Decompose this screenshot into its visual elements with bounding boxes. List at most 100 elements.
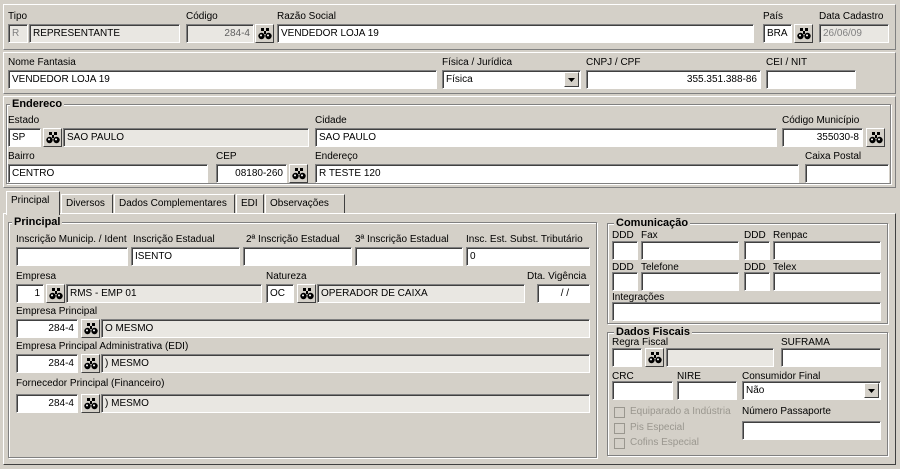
cod-municipio-field[interactable]: 355030-8 — [782, 128, 863, 147]
fornecedor-search-button[interactable] — [81, 394, 100, 413]
insc-municip-label: Inscrição Municip. / Ident — [16, 234, 127, 245]
telefone-field[interactable] — [641, 272, 739, 291]
fisica-juridica-value: Física — [446, 74, 473, 85]
caixa-postal-label: Caixa Postal — [805, 151, 862, 162]
fisica-juridica-select[interactable]: Física — [442, 70, 581, 89]
pais-field[interactable]: BRA — [763, 24, 792, 43]
tab-diversos[interactable]: Diversos — [61, 194, 113, 214]
renpac-field[interactable] — [773, 241, 881, 260]
cidade-field[interactable]: SAO PAULO — [315, 128, 777, 147]
regra-fiscal-desc-field — [666, 348, 774, 367]
cep-label: CEP — [216, 151, 237, 162]
razao-social-field[interactable]: VENDEDOR LOJA 19 — [277, 24, 754, 43]
bairro-field[interactable]: CENTRO — [8, 164, 208, 183]
natureza-code-field[interactable]: OC — [266, 284, 294, 303]
natureza-name-field: OPERADOR DE CAIXA — [317, 284, 525, 303]
municipio-search-button[interactable] — [866, 128, 885, 147]
telex-field[interactable] — [773, 272, 881, 291]
cep-search-button[interactable] — [289, 164, 308, 183]
address-title: Endereco — [10, 98, 65, 110]
ddd-renpac-field[interactable] — [744, 241, 770, 260]
emp-principal-search-button[interactable] — [81, 319, 100, 338]
tipo-label: Tipo — [8, 11, 28, 22]
tipo-code-field[interactable]: R — [8, 24, 28, 43]
nire-field[interactable] — [677, 381, 737, 400]
crc-field[interactable] — [612, 381, 673, 400]
emp-admin-code-field[interactable]: 284-4 — [16, 354, 78, 373]
razao-label: Razão Social — [277, 11, 336, 22]
cnpj-label: CNPJ / CPF — [586, 57, 641, 68]
endereco-label: Endereço — [315, 151, 358, 162]
binoculars-icon — [647, 351, 662, 364]
pis-especial-checkbox[interactable] — [614, 423, 625, 434]
emp-admin-name-field: ) MESMO — [101, 354, 590, 373]
comunicacao-title: Comunicação — [614, 217, 691, 229]
empresa-code-field[interactable]: 1 — [16, 284, 44, 303]
ddd-telex-field[interactable] — [744, 272, 770, 291]
equiparado-label: Equiparado a Indústria — [630, 406, 731, 417]
codigo-field[interactable]: 284-4 — [186, 24, 254, 43]
tab-observacoes[interactable]: Observações — [265, 194, 345, 214]
consumidor-final-select[interactable]: Não — [742, 381, 881, 400]
insc2-field[interactable] — [243, 247, 352, 266]
ddd-telefone-field[interactable] — [612, 272, 638, 291]
tipo-field[interactable]: REPRESENTANTE — [29, 24, 180, 43]
cei-nit-field[interactable] — [766, 70, 856, 89]
emp-principal-code-field[interactable]: 284-4 — [16, 319, 78, 338]
tab-edi[interactable]: EDI — [236, 194, 264, 214]
tab-dados-complementares[interactable]: Dados Complementares — [114, 194, 235, 214]
cofins-especial-checkbox[interactable] — [614, 438, 625, 449]
natureza-search-button[interactable] — [297, 284, 316, 303]
codigo-label: Código — [186, 11, 218, 22]
cep-field[interactable]: 08180-260 — [216, 164, 287, 183]
nome-fantasia-field[interactable]: VENDEDOR LOJA 19 — [8, 70, 437, 89]
fornecedor-code-field[interactable]: 284-4 — [16, 394, 78, 413]
fax-field[interactable] — [641, 241, 739, 260]
binoculars-icon — [83, 322, 98, 335]
emp-admin-search-button[interactable] — [81, 354, 100, 373]
vigencia-field[interactable]: / / — [537, 284, 590, 303]
data-cadastro-field[interactable]: 26/06/09 — [819, 24, 889, 43]
caixa-postal-field[interactable] — [805, 164, 889, 183]
regra-fiscal-field[interactable] — [612, 348, 642, 367]
empresa-search-button[interactable] — [46, 284, 65, 303]
regra-fiscal-search-button[interactable] — [645, 348, 664, 367]
principal-title: Principal — [12, 216, 63, 228]
insc-st-field[interactable]: 0 — [466, 247, 590, 266]
dropdown-arrow-icon[interactable] — [864, 383, 879, 398]
cofins-especial-label: Cofins Especial — [630, 437, 699, 448]
estado-field[interactable]: SP — [8, 128, 41, 147]
cnpj-cpf-field[interactable]: 355.351.388-86 — [586, 70, 761, 89]
vigencia-label: Dta. Vigência — [527, 271, 587, 282]
insc-municip-field[interactable] — [16, 247, 128, 266]
emp-principal-name-field: O MESMO — [101, 319, 590, 338]
pais-search-button[interactable] — [794, 24, 813, 43]
fantasia-label: Nome Fantasia — [8, 57, 76, 68]
natureza-label: Natureza — [266, 271, 307, 282]
estado-search-button[interactable] — [43, 128, 62, 147]
insc-estadual-field[interactable]: ISENTO — [131, 247, 240, 266]
passaporte-field[interactable] — [742, 421, 881, 440]
insc3-label: 3ª Inscrição Estadual — [355, 234, 449, 245]
estado-label: Estado — [8, 115, 40, 126]
fornecedor-label: Fornecedor Principal (Financeiro) — [16, 378, 165, 389]
insc3-field[interactable] — [355, 247, 463, 266]
insc-st-label: Insc. Est. Subst. Tributário — [466, 234, 583, 245]
fornecedor-name-field: ) MESMO — [101, 394, 590, 413]
binoculars-icon — [868, 131, 883, 144]
ddd-fax-field[interactable] — [612, 241, 638, 260]
suframa-field[interactable] — [781, 348, 881, 367]
endereco-field[interactable]: R TESTE 120 — [315, 164, 799, 183]
data-cadastro-label: Data Cadastro — [819, 11, 884, 22]
equiparado-checkbox[interactable] — [614, 407, 625, 418]
empresa-name-field: RMS - EMP 01 — [66, 284, 262, 303]
cei-label: CEI / NIT — [766, 57, 808, 68]
binoculars-icon — [83, 357, 98, 370]
cidade-label: Cidade — [315, 115, 347, 126]
binoculars-icon — [796, 27, 811, 40]
emp-admin-label: Empresa Principal Administrativa (EDI) — [16, 341, 189, 352]
dropdown-arrow-icon[interactable] — [564, 72, 579, 87]
tab-principal[interactable]: Principal — [6, 191, 60, 215]
integracoes-field[interactable] — [612, 302, 881, 321]
codigo-search-button[interactable] — [255, 24, 274, 43]
